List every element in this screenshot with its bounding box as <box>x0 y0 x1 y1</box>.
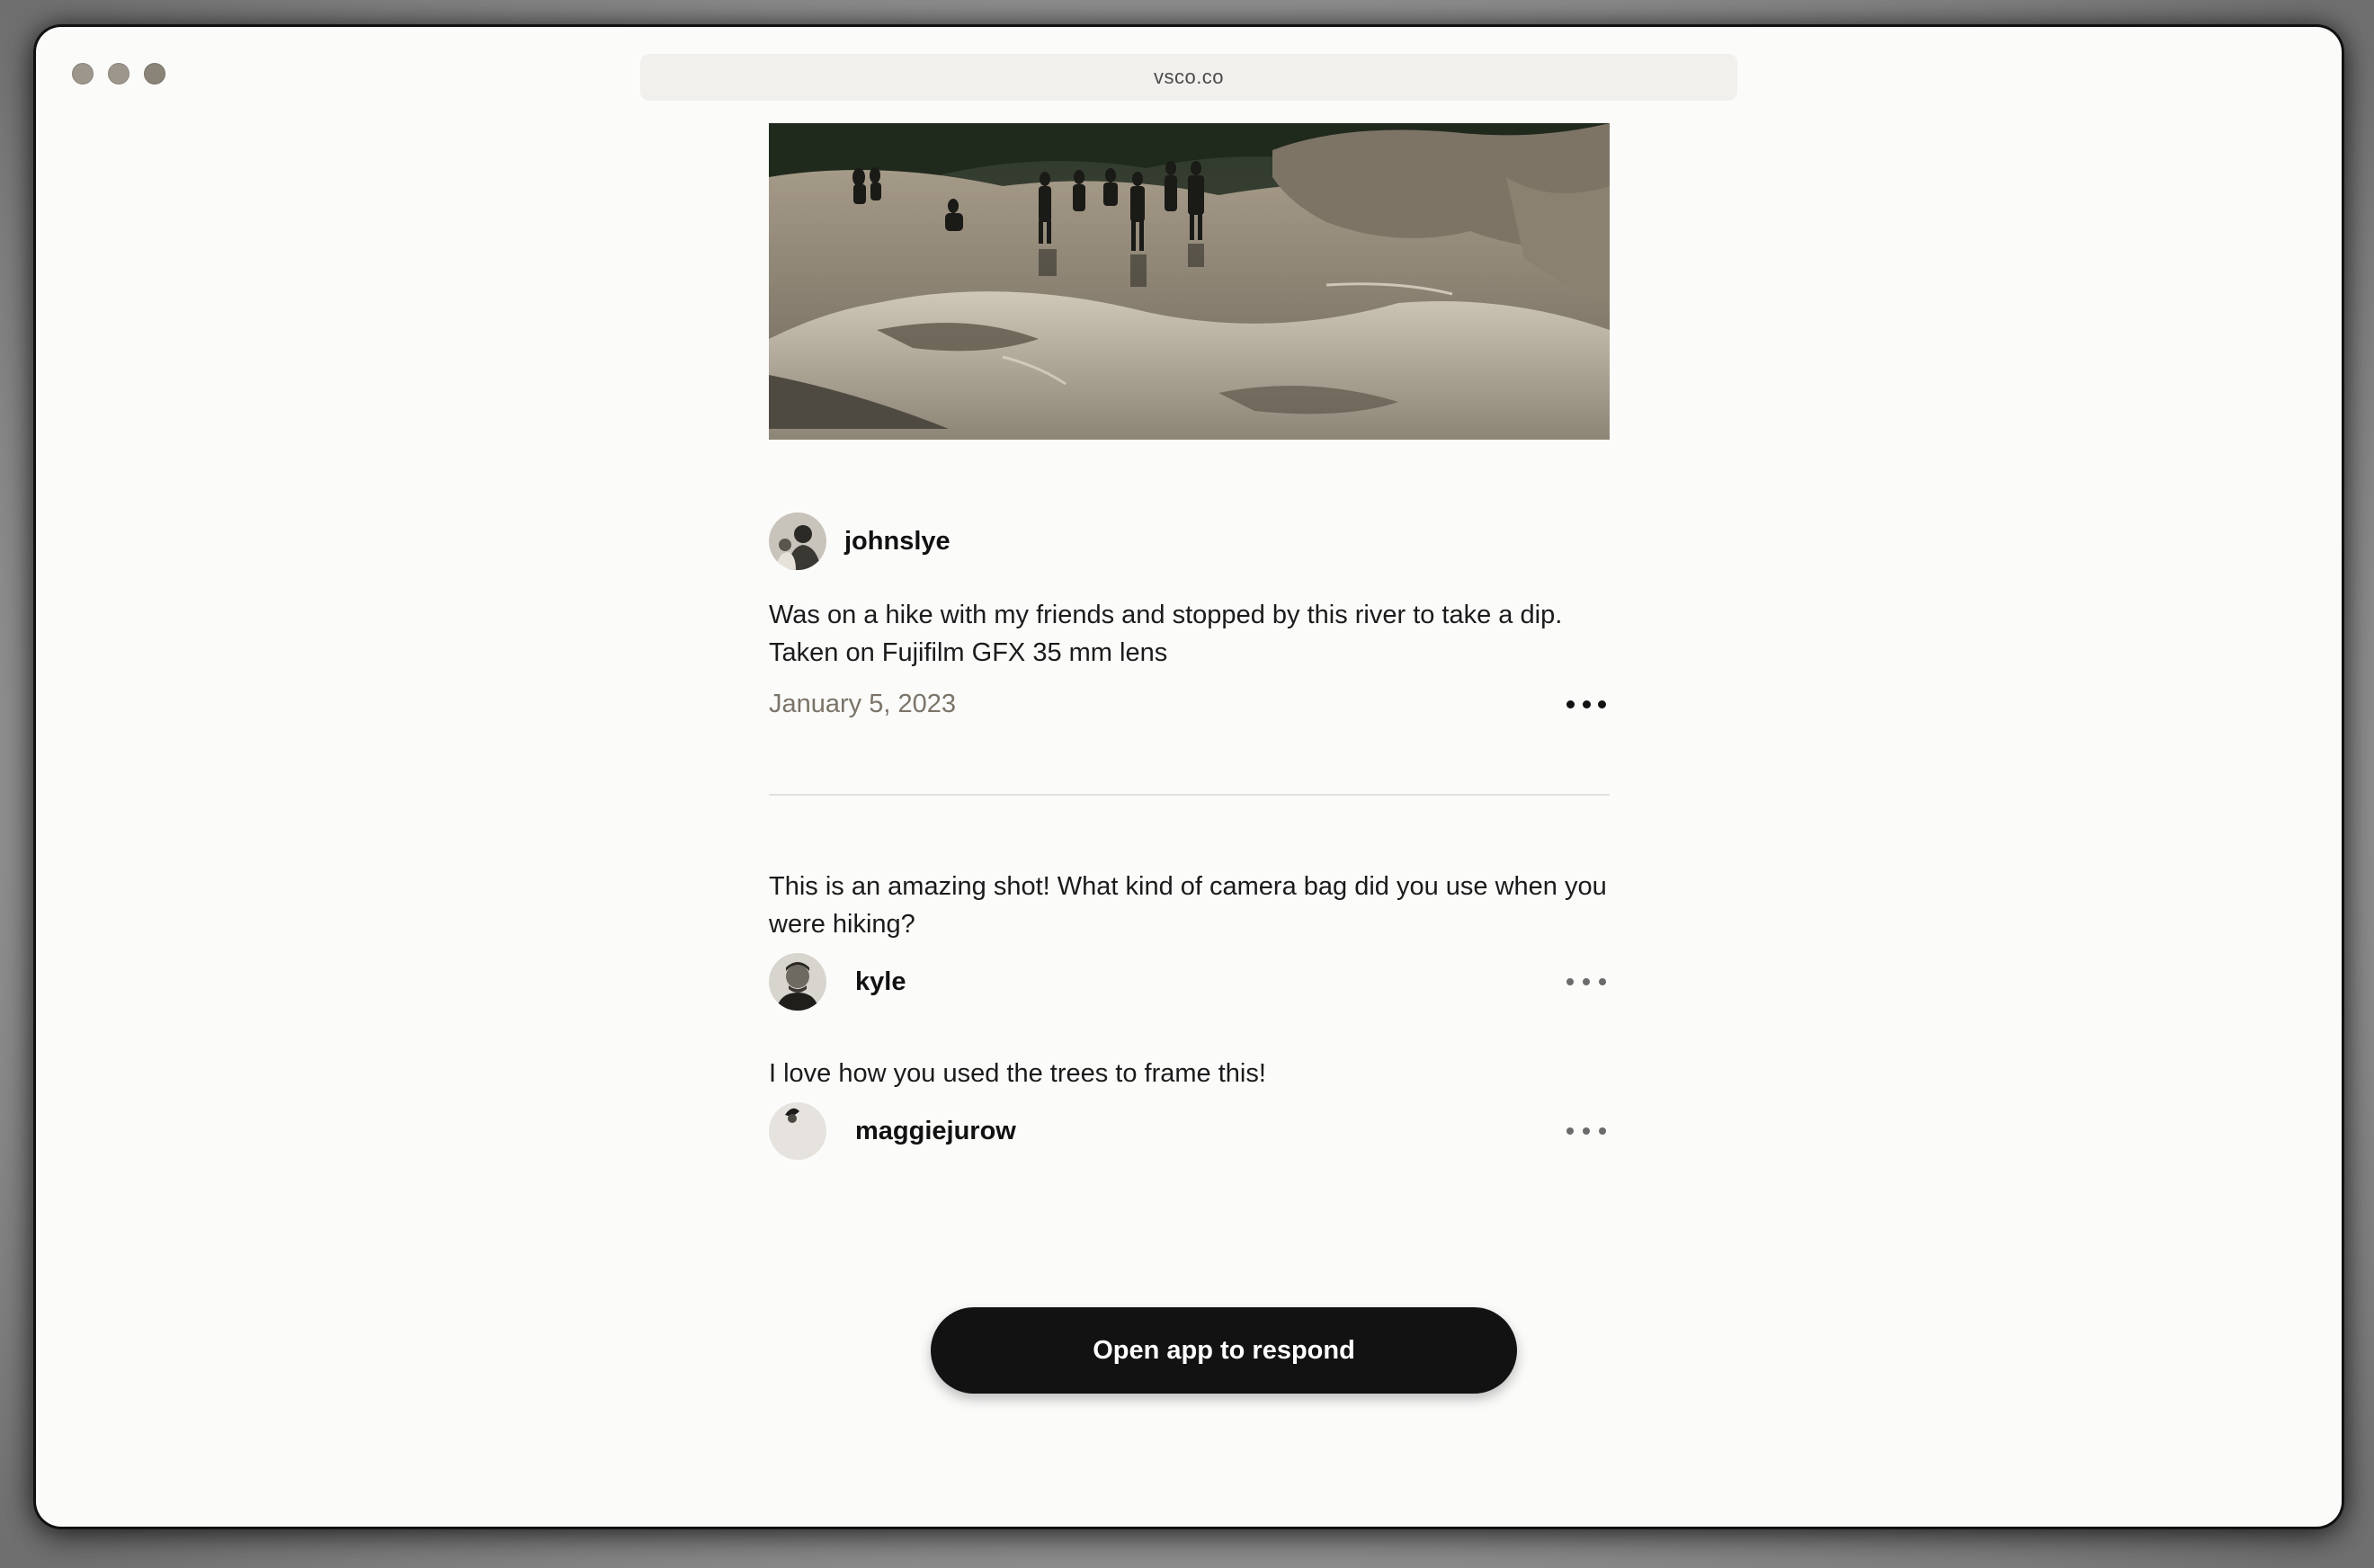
comment-footer: kyle <box>769 952 1610 1011</box>
commenter-avatar[interactable] <box>769 1102 826 1160</box>
cta-container: Open app to respond <box>931 1307 1517 1394</box>
post-photo[interactable] <box>769 123 1610 440</box>
author-avatar[interactable] <box>769 512 826 570</box>
comment-item: I love how you used the trees to frame t… <box>769 1055 1610 1161</box>
commenter-username[interactable]: kyle <box>855 967 906 997</box>
open-app-button[interactable]: Open app to respond <box>931 1307 1517 1394</box>
close-window-button[interactable] <box>72 63 94 85</box>
more-horizontal-icon-dot <box>1566 699 1575 708</box>
post-meta: January 5, 2023 <box>769 686 1610 722</box>
zoom-window-button[interactable] <box>144 63 165 85</box>
more-horizontal-icon-dot <box>1583 1127 1590 1135</box>
post-author: johnslye <box>769 512 1610 571</box>
comment-more-options-button[interactable] <box>1566 1118 1606 1145</box>
more-horizontal-icon-dot <box>1599 978 1606 985</box>
post-caption: Was on a hike with my friends and stoppe… <box>769 601 1563 667</box>
post-container: johnslye Was on a hike with my friends a… <box>769 123 1610 1161</box>
commenter-avatar[interactable] <box>769 953 826 1011</box>
comment-item: This is an amazing shot! What kind of ca… <box>769 868 1610 1011</box>
desktop-background: vsco.co johnslye Was on a hike with my f… <box>0 0 2374 1568</box>
post-more-options-button[interactable] <box>1566 690 1606 717</box>
comment-footer: maggiejurow <box>769 1101 1610 1161</box>
comment-text: This is an amazing shot! What kind of ca… <box>769 872 1607 939</box>
comment-author: kyle <box>769 953 906 1011</box>
author-username[interactable]: johnslye <box>844 527 950 557</box>
more-horizontal-icon-dot <box>1583 978 1590 985</box>
comment-text: I love how you used the trees to frame t… <box>769 1059 1266 1088</box>
commenter-username[interactable]: maggiejurow <box>855 1117 1016 1146</box>
minimize-window-button[interactable] <box>108 63 129 85</box>
more-horizontal-icon-dot <box>1599 1127 1606 1135</box>
comment-more-options-button[interactable] <box>1566 968 1606 995</box>
address-bar-url: vsco.co <box>1153 66 1225 88</box>
address-bar[interactable]: vsco.co <box>640 54 1737 101</box>
browser-window: vsco.co johnslye Was on a hike with my f… <box>36 27 2342 1527</box>
window-controls <box>72 63 165 85</box>
post-date: January 5, 2023 <box>769 689 956 718</box>
more-horizontal-icon-dot <box>1582 699 1591 708</box>
more-horizontal-icon-dot <box>1566 978 1574 985</box>
river-photo-image <box>769 123 1610 440</box>
more-horizontal-icon-dot <box>1566 1127 1574 1135</box>
section-divider <box>769 794 1610 796</box>
more-horizontal-icon-dot <box>1598 699 1606 708</box>
comment-author: maggiejurow <box>769 1102 1016 1160</box>
